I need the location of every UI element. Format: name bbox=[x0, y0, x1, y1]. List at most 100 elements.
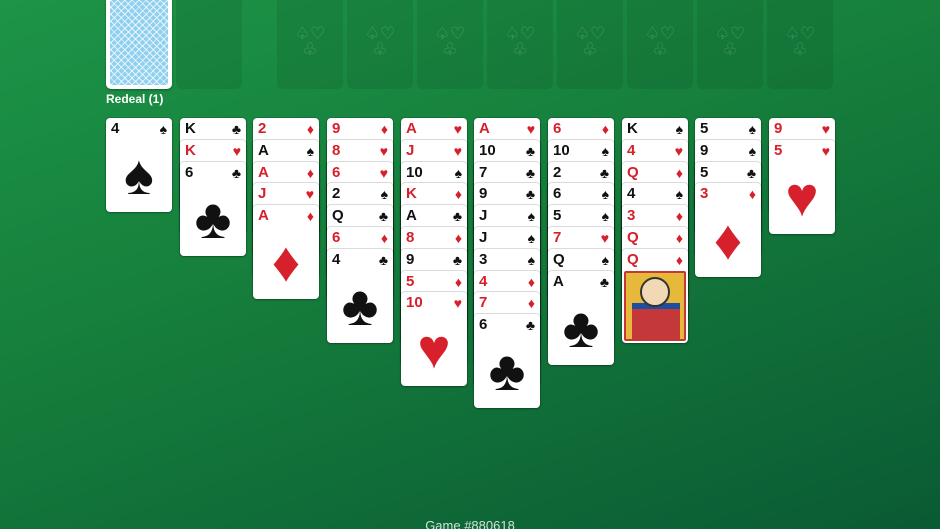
card-suit-icon: ♥ bbox=[600, 230, 609, 246]
card-suit-icon: ♣ bbox=[378, 251, 388, 268]
card-rank: 4 bbox=[332, 250, 341, 268]
card-rank: 9 bbox=[406, 250, 415, 268]
card-rank: A bbox=[258, 207, 269, 225]
playing-card[interactable]: Q ♦ bbox=[622, 248, 688, 343]
card-suit-icon: ♠ bbox=[159, 121, 167, 137]
card-suit-icon: ♦ bbox=[527, 273, 535, 290]
card-rank: Q bbox=[332, 207, 344, 225]
card-rank: 6 bbox=[332, 229, 341, 246]
card-rank: 6 bbox=[185, 163, 194, 181]
playing-card[interactable]: 6 ♣ ♣ bbox=[180, 161, 246, 256]
card-suit-icon: ♦ bbox=[675, 164, 683, 181]
card-rank: 5 bbox=[774, 141, 783, 159]
card-suit-icon: ♣ bbox=[599, 273, 609, 290]
card-suit-icon: ♠ bbox=[601, 142, 609, 159]
card-suit-icon: ♥ bbox=[305, 186, 314, 203]
card-suit-icon: ♣ bbox=[525, 186, 535, 203]
card-suit-icon: ♣ bbox=[525, 317, 535, 334]
card-rank: 10 bbox=[479, 141, 496, 159]
playing-card[interactable]: 6 ♣ ♣ bbox=[474, 314, 540, 409]
card-suit-icon: ♥ bbox=[379, 142, 388, 159]
card-rank: K bbox=[185, 120, 196, 137]
card-suit-icon: ♣ bbox=[378, 208, 388, 225]
foundation-slot[interactable]: ♤♡ ♧ bbox=[627, 0, 693, 89]
card-rank: 10 bbox=[553, 141, 570, 159]
card-rank: 6 bbox=[553, 185, 562, 203]
playing-card[interactable]: 10 ♥ ♥ bbox=[401, 292, 467, 387]
card-rank: 6 bbox=[332, 163, 341, 181]
card-suit-icon: ♦ bbox=[306, 164, 314, 181]
foundation-slot[interactable]: ♤♡ ♧ bbox=[417, 0, 483, 89]
card-suit-icon: ♣ bbox=[599, 164, 609, 181]
card-rank: 2 bbox=[553, 163, 562, 181]
card-suit-icon: ♦ bbox=[748, 186, 756, 203]
playing-card[interactable]: 3 ♦ ♦ bbox=[695, 183, 761, 278]
card-suit-icon: ♦ bbox=[380, 230, 388, 246]
card-center-suit-icon: ♣ bbox=[488, 339, 526, 403]
suits-placeholder-icon: ♤♡ ♧ bbox=[364, 23, 396, 59]
card-suit-icon: ♦ bbox=[454, 186, 462, 203]
suits-placeholder-icon: ♤♡ ♧ bbox=[504, 23, 536, 59]
card-rank: 9 bbox=[700, 141, 709, 159]
card-rank: K bbox=[185, 141, 196, 159]
card-center-suit-icon: ♥ bbox=[417, 317, 451, 381]
suits-placeholder-icon: ♤♡ ♧ bbox=[784, 23, 816, 59]
card-suit-icon: ♠ bbox=[675, 121, 683, 137]
foundation-slot[interactable]: ♤♡ ♧ bbox=[767, 0, 833, 89]
card-suit-icon: ♥ bbox=[453, 121, 462, 137]
suits-placeholder-icon: ♤♡ ♧ bbox=[644, 23, 676, 59]
redeal-label: Redeal (1) bbox=[106, 92, 164, 106]
card-rank: 2 bbox=[258, 120, 267, 137]
card-suit-icon: ♦ bbox=[306, 121, 314, 137]
card-rank: 4 bbox=[627, 185, 636, 203]
card-rank: 6 bbox=[553, 120, 562, 137]
card-suit-icon: ♣ bbox=[452, 208, 462, 225]
card-rank: 3 bbox=[479, 250, 488, 268]
card-rank: 4 bbox=[111, 120, 120, 137]
stock-pile[interactable] bbox=[106, 0, 172, 89]
playing-card[interactable]: A ♣ ♣ bbox=[548, 270, 614, 365]
foundation-slot[interactable]: ♤♡ ♧ bbox=[347, 0, 413, 89]
card-rank: K bbox=[406, 185, 417, 203]
playing-card[interactable]: 5 ♥ ♥ bbox=[769, 139, 835, 234]
card-rank: Q bbox=[627, 229, 639, 246]
card-suit-icon: ♠ bbox=[380, 186, 388, 203]
card-suit-icon: ♦ bbox=[380, 121, 388, 137]
playing-card[interactable]: 4 ♣ ♣ bbox=[327, 248, 393, 343]
card-suit-icon: ♠ bbox=[454, 164, 462, 181]
card-suit-icon: ♣ bbox=[231, 121, 241, 137]
card-suit-icon: ♠ bbox=[527, 230, 535, 246]
card-rank: 7 bbox=[479, 163, 488, 181]
foundation-slot[interactable]: ♤♡ ♧ bbox=[697, 0, 763, 89]
game-number: Game #880618 bbox=[425, 518, 515, 529]
card-rank: Q bbox=[627, 250, 639, 268]
card-suit-icon: ♣ bbox=[452, 251, 462, 268]
foundation-slot[interactable]: ♤♡ ♧ bbox=[557, 0, 623, 89]
suits-placeholder-icon: ♤♡ ♧ bbox=[714, 23, 746, 59]
card-rank: A bbox=[258, 141, 269, 159]
card-rank: J bbox=[406, 141, 415, 159]
card-suit-icon: ♦ bbox=[675, 208, 683, 225]
card-suit-icon: ♦ bbox=[306, 208, 314, 225]
card-suit-icon: ♠ bbox=[748, 121, 756, 137]
card-rank: A bbox=[406, 120, 417, 137]
card-rank: 6 bbox=[479, 316, 488, 334]
card-suit-icon: ♥ bbox=[821, 142, 830, 159]
playing-card[interactable]: A ♦ ♦ bbox=[253, 205, 319, 300]
card-center-suit-icon: ♦ bbox=[713, 208, 743, 272]
foundation-slot[interactable]: ♤♡ ♧ bbox=[487, 0, 553, 89]
card-suit-icon: ♥ bbox=[526, 121, 535, 137]
card-suit-icon: ♦ bbox=[454, 273, 462, 290]
card-back-pattern bbox=[110, 0, 168, 85]
card-rank: 8 bbox=[332, 141, 341, 159]
card-center-suit-icon: ♥ bbox=[785, 164, 819, 228]
card-rank: 9 bbox=[479, 185, 488, 203]
playing-card[interactable]: 4 ♠ ♠ bbox=[106, 118, 172, 212]
card-rank: 4 bbox=[479, 272, 488, 290]
card-rank: 5 bbox=[406, 272, 415, 290]
waste-slot[interactable] bbox=[176, 0, 242, 89]
card-rank: 9 bbox=[332, 120, 341, 137]
card-rank: 10 bbox=[406, 163, 423, 181]
card-suit-icon: ♠ bbox=[601, 208, 609, 225]
foundation-slot[interactable]: ♤♡ ♧ bbox=[277, 0, 343, 89]
